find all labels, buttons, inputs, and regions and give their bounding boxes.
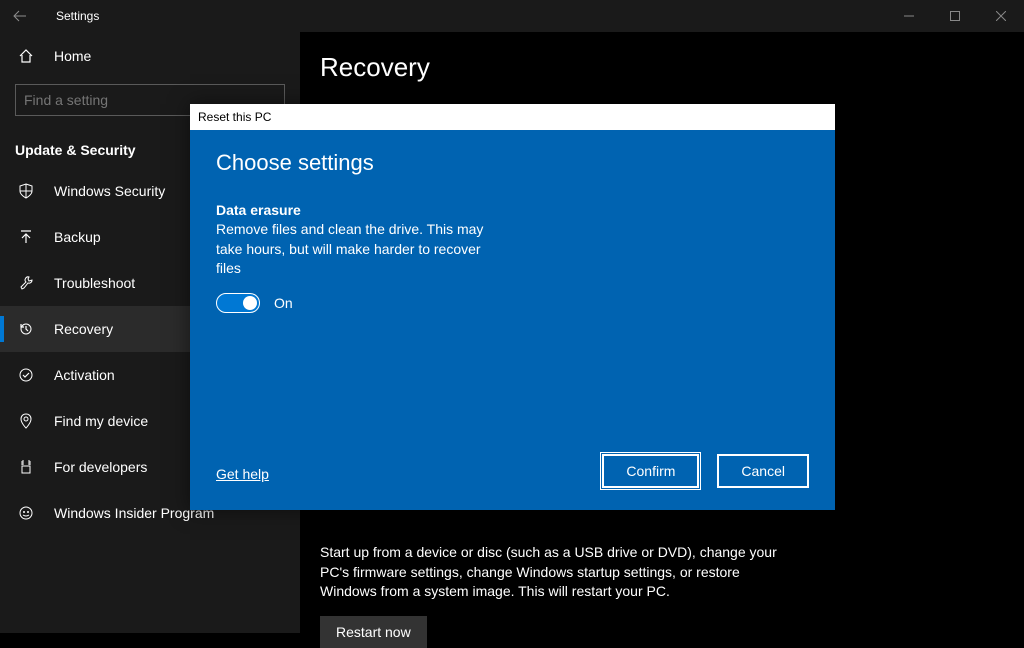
- setting-description: Remove files and clean the drive. This m…: [216, 220, 496, 279]
- back-button[interactable]: [0, 0, 40, 32]
- maximize-button[interactable]: [932, 0, 978, 32]
- sidebar-item-label: Backup: [54, 229, 101, 245]
- check-circle-icon: [18, 367, 34, 383]
- cancel-button[interactable]: Cancel: [717, 454, 809, 488]
- window-title: Settings: [56, 9, 99, 23]
- startup-description: Start up from a device or disc (such as …: [320, 543, 800, 602]
- minimize-button[interactable]: [886, 0, 932, 32]
- location-icon: [18, 413, 34, 429]
- home-icon: [18, 48, 34, 64]
- maximize-icon: [950, 11, 960, 21]
- close-button[interactable]: [978, 0, 1024, 32]
- sidebar-item-label: Recovery: [54, 321, 113, 337]
- dialog-heading: Choose settings: [216, 150, 809, 176]
- setting-title: Data erasure: [216, 202, 809, 218]
- sidebar-item-label: Find my device: [54, 413, 148, 429]
- sidebar-item-label: Troubleshoot: [54, 275, 135, 291]
- restart-now-button[interactable]: Restart now: [320, 616, 427, 648]
- wrench-icon: [18, 275, 34, 291]
- insider-icon: [18, 505, 34, 521]
- developer-icon: [18, 459, 34, 475]
- toggle-state-label: On: [274, 295, 293, 311]
- reset-pc-dialog: Reset this PC Choose settings Data erasu…: [190, 104, 835, 510]
- page-title: Recovery: [320, 52, 1024, 83]
- sidebar-item-label: Windows Security: [54, 183, 165, 199]
- sidebar-item-label: For developers: [54, 459, 147, 475]
- back-arrow-icon: [13, 9, 27, 23]
- sidebar-home[interactable]: Home: [0, 36, 300, 76]
- backup-icon: [18, 229, 34, 245]
- shield-icon: [18, 183, 34, 199]
- window-titlebar: Settings: [0, 0, 1024, 32]
- recovery-icon: [18, 321, 34, 337]
- dialog-titlebar: Reset this PC: [190, 104, 835, 130]
- close-icon: [996, 11, 1006, 21]
- data-erasure-toggle[interactable]: [216, 293, 260, 313]
- get-help-link[interactable]: Get help: [216, 466, 269, 482]
- confirm-button[interactable]: Confirm: [602, 454, 699, 488]
- minimize-icon: [904, 11, 914, 21]
- sidebar-home-label: Home: [54, 48, 91, 64]
- toggle-knob-icon: [243, 296, 257, 310]
- sidebar-item-label: Activation: [54, 367, 115, 383]
